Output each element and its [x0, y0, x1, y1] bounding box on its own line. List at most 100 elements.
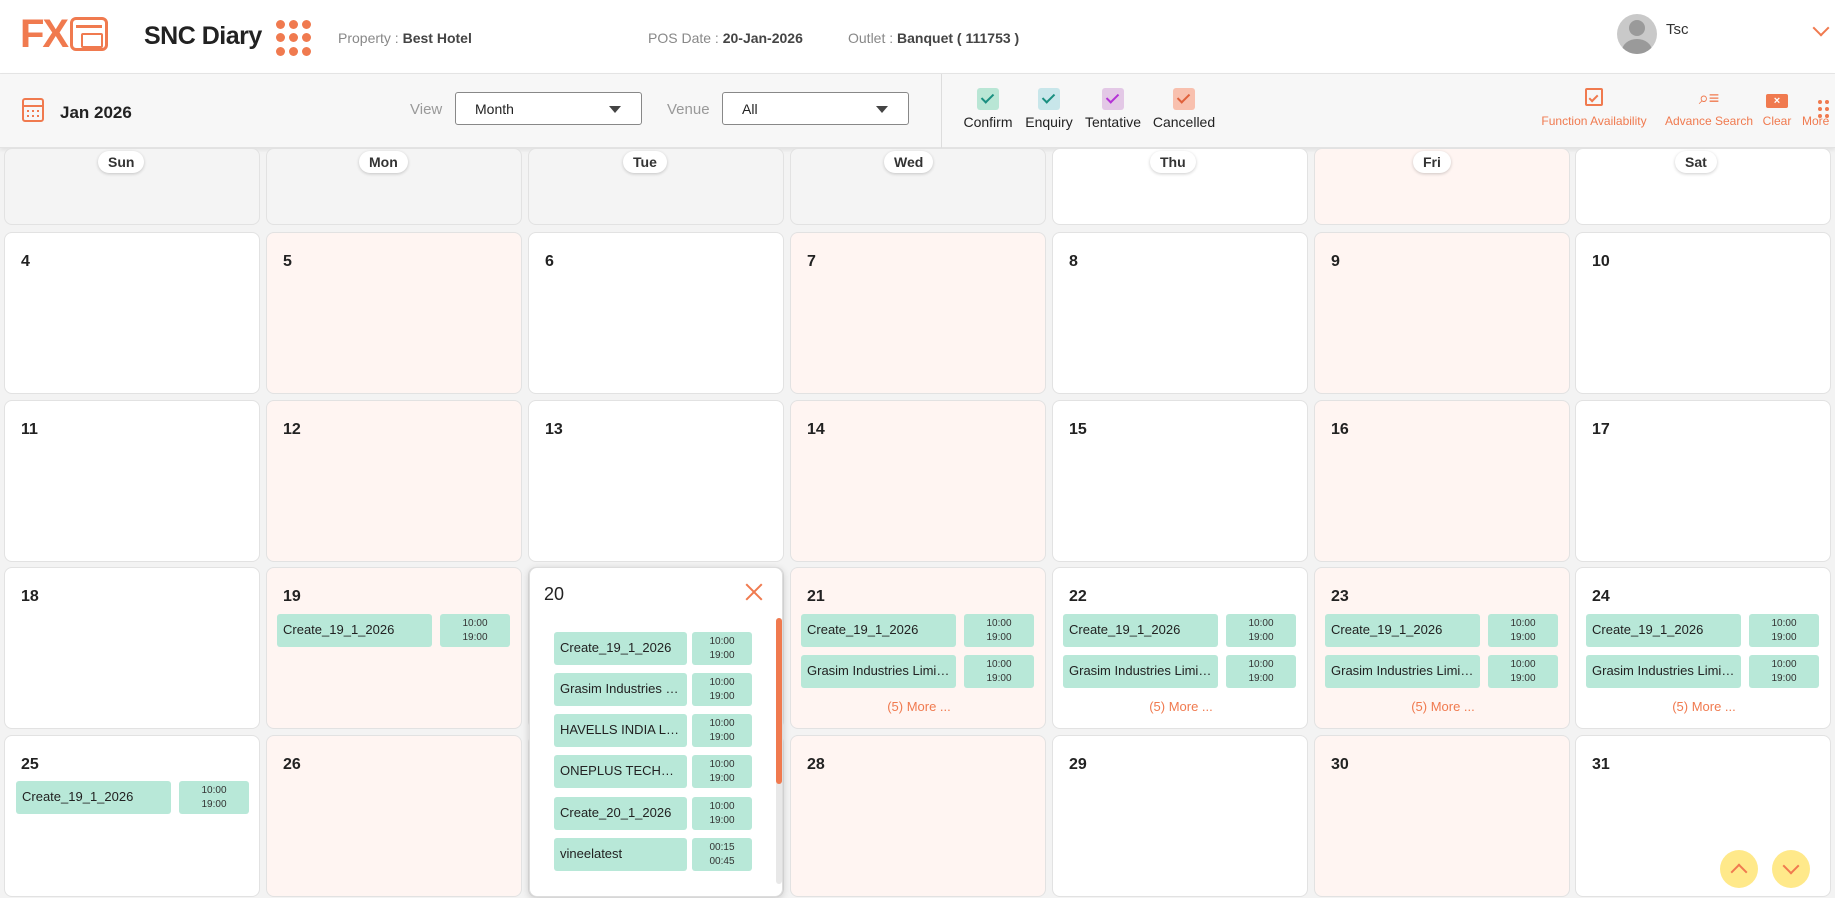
calendar-cell-day-14[interactable]: 14 — [790, 400, 1046, 562]
popup-event-time[interactable]: 10:00 19:00 — [692, 714, 752, 747]
calendar-cell-day-23[interactable]: 23 Create_19_1_2026 10:00 19:00 Grasim In… — [1314, 567, 1570, 729]
event-chip[interactable]: Create_19_1_2026 — [16, 781, 171, 814]
calendar-cell-day-9[interactable]: 9 — [1314, 232, 1570, 394]
more-events-link[interactable]: (5) More ... — [1315, 699, 1571, 714]
event-time[interactable]: 10:00 19:00 — [964, 655, 1034, 688]
calendar-icon[interactable] — [22, 98, 44, 122]
legend-enquiry[interactable]: Enquiry — [1024, 88, 1074, 130]
clear-button[interactable]: × Clear — [1760, 88, 1794, 128]
checkbox-icon[interactable] — [1173, 88, 1195, 110]
calendar-cell-day-5[interactable]: 5 — [266, 232, 522, 394]
legend-tentative[interactable]: Tentative — [1084, 88, 1142, 130]
popup-scrollbar-thumb[interactable] — [776, 618, 782, 784]
date-number: 7 — [807, 253, 816, 270]
event-chip[interactable]: Create_19_1_2026 — [277, 614, 432, 647]
calendar-cell-day-16[interactable]: 16 — [1314, 400, 1570, 562]
event-time[interactable]: 10:00 19:00 — [440, 614, 510, 647]
chevron-down-icon[interactable] — [1812, 19, 1830, 37]
calendar-cell-day-12[interactable]: 12 — [266, 400, 522, 562]
event-chip[interactable]: Grasim Industries Limited — [1586, 655, 1741, 688]
event-chip[interactable]: Create_19_1_2026 — [1586, 614, 1741, 647]
scroll-down-button[interactable] — [1772, 850, 1810, 888]
calendar-cell-day-22[interactable]: 22 Create_19_1_2026 10:00 19:00 Grasim In… — [1052, 567, 1308, 729]
event-chip[interactable]: Create_19_1_2026 — [1325, 614, 1480, 647]
event-time[interactable]: 10:00 19:00 — [1226, 655, 1296, 688]
popup-event-chip[interactable]: Grasim Industries Li... — [554, 673, 687, 706]
day-events-popup: 20 Create_19_1_2026 10:00 19:00 Grasim In… — [529, 567, 783, 897]
event-time[interactable]: 10:00 19:00 — [179, 781, 249, 814]
caret-down-icon — [876, 106, 888, 113]
event-time[interactable]: 10:00 19:00 — [1749, 614, 1819, 647]
popup-event-chip[interactable]: ONEPLUS TECHNO... — [554, 755, 687, 788]
more-events-link[interactable]: (5) More ... — [1576, 699, 1832, 714]
popup-event-chip[interactable]: Create_20_1_2026 — [554, 797, 687, 830]
advance-search-button[interactable]: ⌕≡ Advance Search — [1662, 88, 1756, 128]
time-start: 00:15 — [709, 842, 735, 853]
popup-event-chip[interactable]: vineelatest — [554, 838, 687, 871]
popup-event-time[interactable]: 00:15 00:45 — [692, 838, 752, 871]
function-availability-button[interactable]: Function Availability — [1536, 88, 1652, 128]
calendar-cell-day-19[interactable]: 19 Create_19_1_2026 10:00 19:00 — [266, 567, 522, 729]
date-number: 10 — [1592, 253, 1610, 270]
popup-event-time[interactable]: 10:00 19:00 — [692, 673, 752, 706]
more-events-link[interactable]: (5) More ... — [791, 699, 1047, 714]
event-time[interactable]: 10:00 19:00 — [1488, 614, 1558, 647]
view-select[interactable]: Month — [455, 92, 642, 125]
calendar-cell-day-13[interactable]: 13 — [528, 400, 784, 562]
event-time[interactable]: 10:00 19:00 — [1226, 614, 1296, 647]
apps-menu-icon[interactable] — [276, 20, 312, 56]
checkbox-icon[interactable] — [1102, 88, 1124, 110]
calendar-cell-day-8[interactable]: 8 — [1052, 232, 1308, 394]
calendar-cell-day-28[interactable]: 28 — [790, 735, 1046, 897]
calendar-cell-day-4[interactable]: 4 — [4, 232, 260, 394]
date-number: 14 — [807, 421, 825, 438]
event-time[interactable]: 10:00 19:00 — [1749, 655, 1819, 688]
more-button[interactable]: More — [1802, 88, 1835, 128]
event-time[interactable]: 10:00 19:00 — [964, 614, 1034, 647]
event-chip[interactable]: Create_19_1_2026 — [801, 614, 956, 647]
calendar-cell-day-25[interactable]: 25 Create_19_1_2026 10:00 19:00 — [4, 735, 260, 897]
calendar-cell-day-17[interactable]: 17 — [1575, 400, 1831, 562]
more-events-link[interactable]: (5) More ... — [1053, 699, 1309, 714]
event-chip[interactable]: Grasim Industries Limited — [801, 655, 956, 688]
calendar-cell-day-24[interactable]: 24 Create_19_1_2026 10:00 19:00 Grasim In… — [1575, 567, 1831, 729]
close-icon[interactable] — [744, 582, 764, 602]
event-chip[interactable]: Grasim Industries Limited — [1063, 655, 1218, 688]
scroll-up-button[interactable] — [1720, 850, 1758, 888]
more-label: More — [1802, 114, 1830, 128]
calendar-cell-day-21[interactable]: 21 Create_19_1_2026 10:00 19:00 Grasim In… — [790, 567, 1046, 729]
calendar-cell-day-29[interactable]: 29 — [1052, 735, 1308, 897]
event-chip[interactable]: Grasim Industries Limited — [1325, 655, 1480, 688]
user-menu[interactable]: Tsc — [1617, 14, 1689, 54]
calendar-cell-day-7[interactable]: 7 — [790, 232, 1046, 394]
calendar-cell-day-30[interactable]: 30 — [1314, 735, 1570, 897]
event-time[interactable]: 10:00 19:00 — [1488, 655, 1558, 688]
checkbox-icon[interactable] — [977, 88, 999, 110]
calendar-cell-day-10[interactable]: 10 — [1575, 232, 1831, 394]
calendar-cell-day-26[interactable]: 26 — [266, 735, 522, 897]
time-end: 19:00 — [201, 799, 227, 810]
popup-event-chip[interactable]: Create_19_1_2026 — [554, 632, 687, 665]
calendar-cell-day-18[interactable]: 18 — [4, 567, 260, 729]
fx-logo[interactable]: FX — [20, 14, 109, 54]
popup-event-time[interactable]: 10:00 19:00 — [692, 797, 752, 830]
weekday-mon: Mon — [359, 151, 408, 173]
time-start: 10:00 — [709, 677, 735, 688]
legend-confirm[interactable]: Confirm — [962, 88, 1014, 130]
date-number: 28 — [807, 756, 825, 773]
event-chip[interactable]: Create_19_1_2026 — [1063, 614, 1218, 647]
legend-cancelled[interactable]: Cancelled — [1152, 88, 1216, 130]
time-end: 00:45 — [709, 856, 735, 867]
popup-event-time[interactable]: 10:00 19:00 — [692, 755, 752, 788]
checkbox-icon[interactable] — [1038, 88, 1060, 110]
time-end: 19:00 — [709, 773, 735, 784]
popup-event-chip[interactable]: HAVELLS INDIA LIM... — [554, 714, 687, 747]
time-start: 10:00 — [709, 759, 735, 770]
pos-date-info: POS Date : 20-Jan-2026 — [648, 30, 803, 46]
calendar-cell-day-11[interactable]: 11 — [4, 400, 260, 562]
calendar-cell-day-6[interactable]: 6 — [528, 232, 784, 394]
popup-event-time[interactable]: 10:00 19:00 — [692, 632, 752, 665]
calendar-cell-day-15[interactable]: 15 — [1052, 400, 1308, 562]
venue-select[interactable]: All — [722, 92, 909, 125]
month-label[interactable]: Jan 2026 — [60, 103, 132, 123]
